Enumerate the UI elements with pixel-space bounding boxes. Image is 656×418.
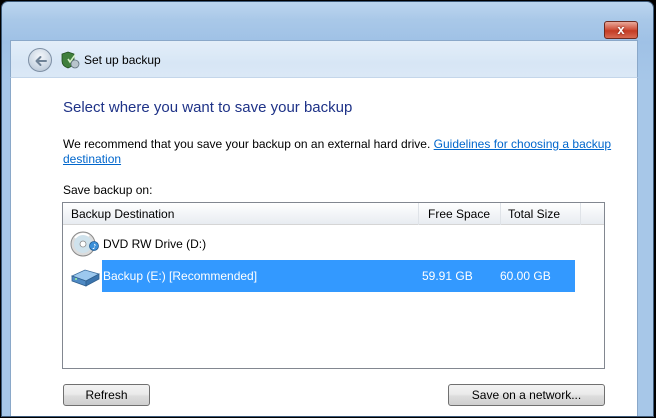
backup-window: x Set up backup Select where you want to… (1, 1, 654, 417)
page-heading: Select where you want to save your backu… (63, 99, 353, 116)
column-header-destination[interactable]: Backup Destination (71, 203, 419, 225)
save-on-network-button[interactable]: Save on a network... (448, 384, 605, 406)
intro-text: We recommend that you save your backup o… (63, 137, 623, 167)
row-free-space: 59.91 GB (422, 269, 473, 283)
close-button[interactable]: x (604, 21, 638, 39)
svg-text:♪: ♪ (92, 243, 96, 251)
row-name: DVD RW Drive (D:) (103, 237, 207, 251)
backup-shield-icon (61, 51, 80, 69)
row-total-size: 60.00 GB (500, 269, 551, 283)
row-name: Backup (E:) [Recommended] (103, 269, 258, 283)
intro-sentence: We recommend that you save your backup o… (63, 137, 434, 151)
back-arrow-icon (35, 56, 47, 66)
destination-list[interactable]: Backup Destination Free Space Total Size… (62, 202, 605, 369)
column-header-total-size[interactable]: Total Size (501, 203, 581, 225)
back-button[interactable] (28, 48, 52, 72)
refresh-button[interactable]: Refresh (63, 384, 150, 406)
save-on-label: Save backup on: (63, 183, 153, 197)
content-pane: Select where you want to save your backu… (10, 77, 638, 416)
hard-drive-icon (70, 269, 101, 287)
navigation-bar: Set up backup (10, 40, 638, 78)
list-header: Backup Destination Free Space Total Size (63, 203, 604, 225)
list-row-backup-e[interactable]: Backup (E:) [Recommended] 59.91 GB 60.00… (63, 260, 604, 292)
window-title: Set up backup (84, 53, 161, 67)
list-row-dvd[interactable]: ♪ DVD RW Drive (D:) (63, 228, 604, 260)
column-header-free-space[interactable]: Free Space (421, 203, 501, 225)
dvd-drive-icon: ♪ (70, 231, 99, 257)
